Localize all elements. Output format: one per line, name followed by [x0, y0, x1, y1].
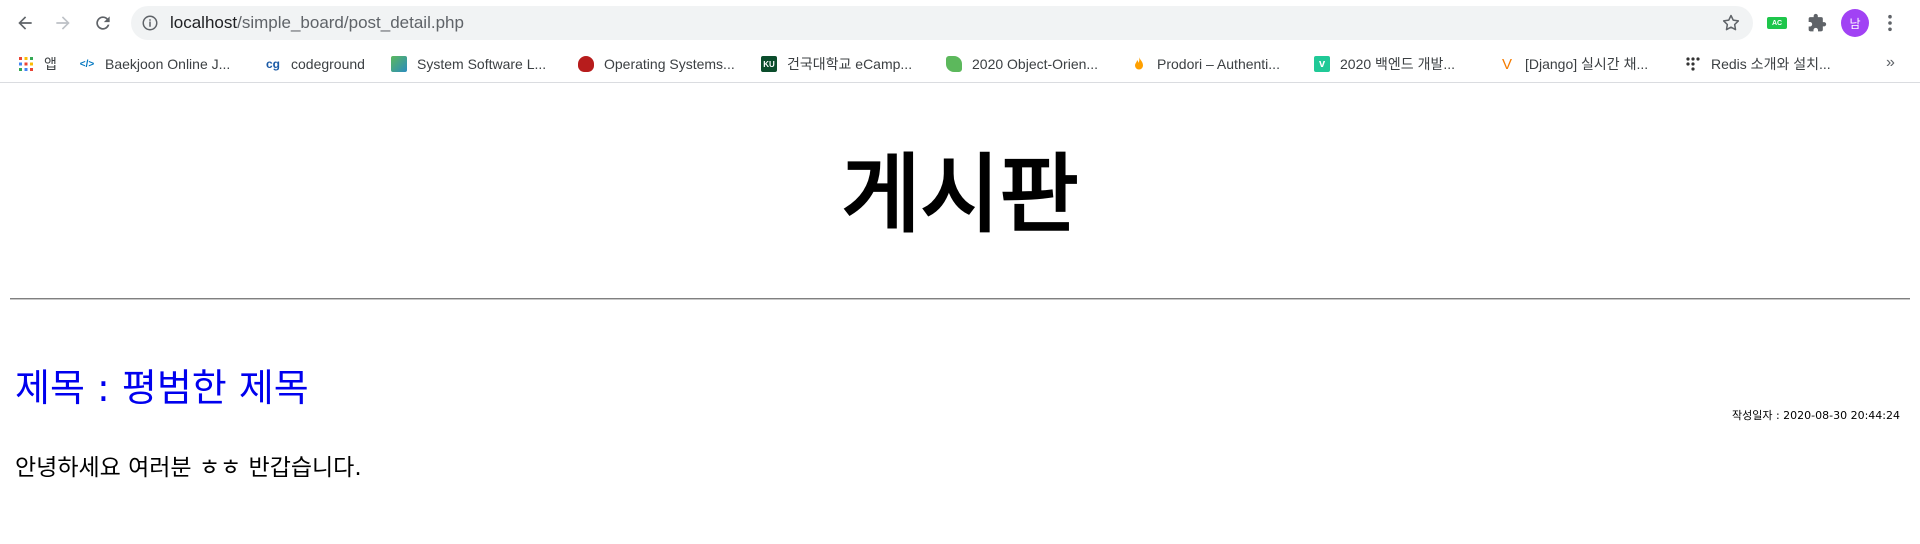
ku-icon: KU: [761, 56, 777, 72]
bookmark-backend[interactable]: v 2020 백엔드 개발...: [1314, 52, 1455, 76]
address-bar[interactable]: localhost/simple_board/post_detail.php: [131, 6, 1753, 40]
bookmark-label: 2020 Object-Orien...: [972, 56, 1099, 72]
bookmark-ku-ecampus[interactable]: KU 건국대학교 eCamp...: [761, 52, 912, 76]
bookmark-django[interactable]: V [Django] 실시간 채...: [1499, 52, 1648, 76]
browser-toolbar: localhost/simple_board/post_detail.php A…: [0, 0, 1920, 46]
dots-tree-icon: [1685, 56, 1701, 72]
kebab-menu-icon[interactable]: [1885, 11, 1895, 35]
bookmark-redis[interactable]: Redis 소개와 설치...: [1685, 52, 1831, 76]
bookmark-baekjoon[interactable]: </> Baekjoon Online J...: [79, 52, 231, 76]
leaf-icon: [946, 56, 962, 72]
bookmark-prodori[interactable]: Prodori – Authenti...: [1131, 52, 1280, 76]
post-title-link[interactable]: 제목 : 평범한 제목: [15, 357, 309, 412]
bookmark-label: Baekjoon Online J...: [105, 56, 231, 72]
bookmark-label: Redis 소개와 설치...: [1711, 56, 1831, 72]
reload-icon: [96, 16, 110, 30]
avatar[interactable]: 남: [1841, 9, 1869, 37]
divider: [10, 298, 1910, 300]
back-button[interactable]: [10, 8, 40, 38]
codeground-icon: cg: [265, 57, 280, 71]
bookmark-system-software[interactable]: System Software L...: [391, 52, 546, 76]
bookmark-label: codeground: [291, 56, 365, 72]
bookmarks-bar: 앱 </> Baekjoon Online J... cg codeground…: [0, 46, 1920, 83]
bookmark-apps[interactable]: 앱: [18, 52, 57, 76]
post-body: 안녕하세요 여러분 ㅎㅎ 반갑습니다.: [15, 455, 362, 481]
star-icon[interactable]: [1721, 13, 1741, 33]
bookmarks-overflow-button[interactable]: »: [1886, 54, 1895, 72]
bookmark-object-oriented[interactable]: 2020 Object-Orien...: [946, 52, 1098, 76]
url-path: /simple_board/post_detail.php: [237, 13, 464, 32]
apps-grid-icon: [18, 56, 34, 72]
v-square-icon: v: [1314, 56, 1330, 72]
ac-extension-icon[interactable]: AC: [1767, 17, 1787, 29]
crest-icon: [578, 56, 594, 72]
forward-button[interactable]: [48, 8, 78, 38]
v-letter-icon: V: [1501, 55, 1512, 73]
url-text[interactable]: localhost/simple_board/post_detail.php: [170, 13, 464, 33]
bookmark-label: Operating Systems...: [604, 56, 735, 72]
page-title: 게시판: [841, 145, 1079, 245]
bookmark-operating-systems[interactable]: Operating Systems...: [578, 52, 735, 76]
reload-button[interactable]: [88, 8, 118, 38]
code-icon: </>: [79, 58, 95, 70]
puzzle-icon[interactable]: [1806, 11, 1828, 35]
arrow-left-icon: [18, 16, 32, 30]
bookmark-label: 앱: [44, 56, 57, 72]
bookmark-label: Prodori – Authenti...: [1157, 56, 1280, 72]
url-host: localhost: [170, 13, 238, 32]
bookmark-label: 2020 백엔드 개발...: [1340, 56, 1455, 72]
system-software-icon: [391, 56, 407, 72]
bookmark-codeground[interactable]: cg codeground: [265, 52, 365, 76]
info-icon[interactable]: [141, 14, 159, 32]
bookmark-label: [Django] 실시간 채...: [1525, 56, 1649, 72]
bookmark-label: 건국대학교 eCamp...: [787, 56, 913, 72]
arrow-right-icon: [56, 16, 70, 30]
bookmark-label: System Software L...: [417, 56, 547, 72]
post-date: 작성일자 : 2020-08-30 20:44:24: [1731, 409, 1900, 422]
flame-icon: [1131, 56, 1147, 72]
